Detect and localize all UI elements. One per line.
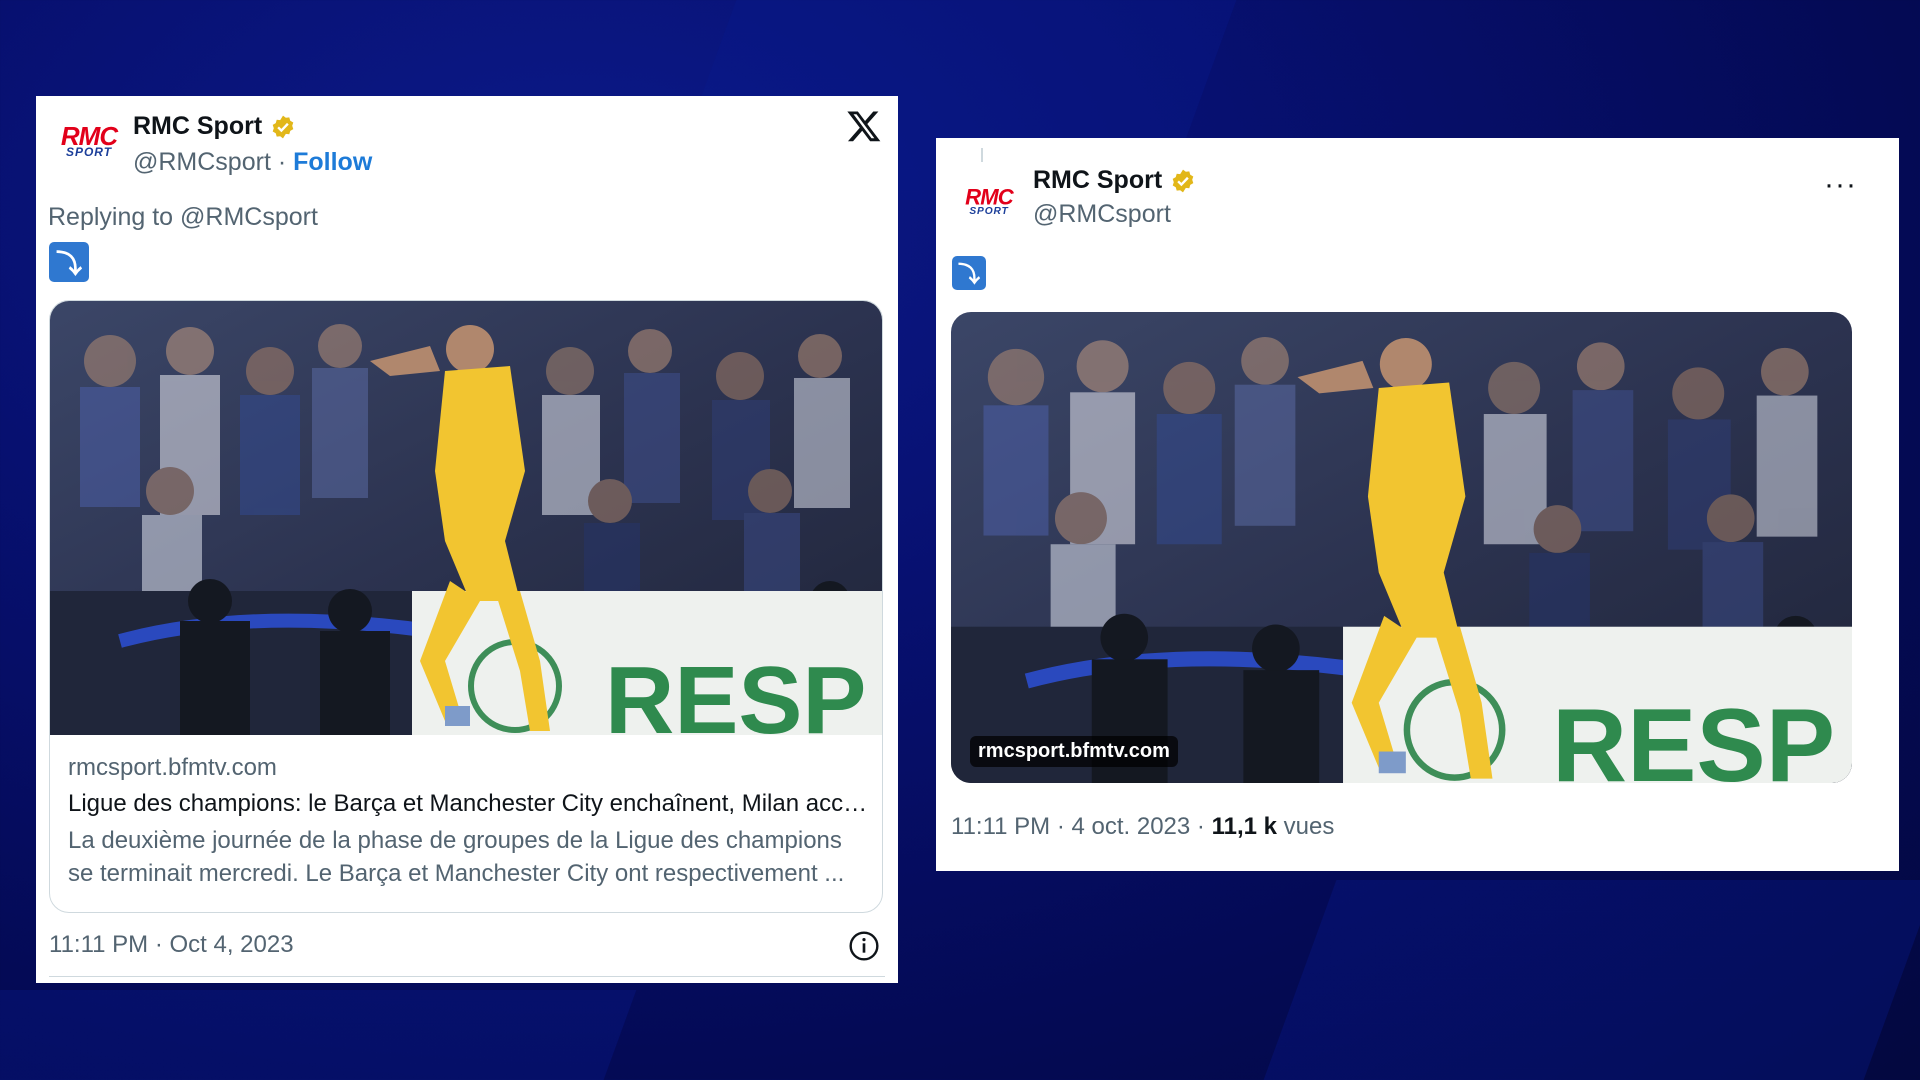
link-description: La deuxième journée de la phase de group… bbox=[68, 824, 868, 890]
tweet-photo[interactable]: RESP rmcsport.bfmtv.com bbox=[951, 312, 1852, 783]
timestamp-text[interactable]: 11:11 PM · 4 oct. 2023 · bbox=[951, 813, 1212, 840]
background-shape bbox=[0, 990, 637, 1080]
link-description-line: La deuxième journée de la phase de group… bbox=[68, 827, 842, 854]
verified-badge-icon bbox=[1172, 169, 1194, 192]
link-domain[interactable]: rmcsport.bfmtv.com bbox=[68, 754, 277, 782]
image-domain-label[interactable]: rmcsport.bfmtv.com bbox=[970, 736, 1178, 767]
football-celebration-image: RESP bbox=[50, 301, 882, 735]
tweet-timestamp: 11:11 PM · 4 oct. 2023 · 11,1 k vues bbox=[951, 813, 1334, 841]
views-count: 11,1 k bbox=[1211, 813, 1277, 840]
author-handle[interactable]: @RMCsport bbox=[1033, 200, 1171, 229]
author-name[interactable]: RMC Sport bbox=[133, 112, 262, 141]
replying-to-text: Replying to @RMCsport bbox=[48, 203, 318, 231]
more-options-button[interactable]: ··· bbox=[1824, 168, 1857, 202]
football-celebration-image: RESP bbox=[951, 312, 1852, 783]
tweet-card: RMC SPORT RMC Sport @RMCsport ··· ⤵ RESP… bbox=[936, 138, 1899, 871]
divider bbox=[49, 976, 885, 977]
tweet-timestamp[interactable]: 11:11 PM · Oct 4, 2023 bbox=[49, 931, 294, 959]
link-preview-card[interactable]: RESP rmcsport.bfmtv.com Ligue des champi… bbox=[49, 300, 883, 913]
separator-dot: · bbox=[277, 148, 287, 176]
follow-button[interactable]: Follow bbox=[293, 148, 372, 176]
info-icon[interactable] bbox=[848, 930, 880, 962]
link-description-line: se terminait mercredi. Le Barça et Manch… bbox=[68, 860, 845, 887]
verified-badge-icon bbox=[272, 115, 294, 138]
avatar[interactable]: RMC SPORT bbox=[49, 116, 129, 166]
author-handle[interactable]: @RMCsport bbox=[133, 148, 271, 176]
background-shape bbox=[1263, 880, 1920, 1080]
logo-sport-text: SPORT bbox=[65, 145, 113, 159]
logo-sport-text: SPORT bbox=[969, 204, 1009, 217]
banner-text: RESP bbox=[1552, 688, 1835, 783]
author-name-row: RMC Sport bbox=[133, 112, 296, 141]
author-handle-row: @RMCsport · Follow bbox=[133, 148, 372, 177]
views-label: vues bbox=[1276, 813, 1335, 840]
link-title[interactable]: Ligue des champions: le Barça et Manches… bbox=[68, 790, 868, 818]
author-name-row: RMC Sport bbox=[1033, 166, 1196, 195]
article-photo[interactable]: RESP bbox=[50, 301, 882, 735]
thread-line bbox=[981, 148, 983, 162]
right-arrow-curving-down-icon: ⤵ bbox=[952, 256, 986, 290]
banner-text: RESP bbox=[605, 647, 866, 735]
right-arrow-curving-down-icon: ⤵ bbox=[49, 242, 89, 282]
author-name[interactable]: RMC Sport bbox=[1033, 166, 1162, 195]
x-logo-icon[interactable] bbox=[846, 108, 882, 144]
embedded-tweet-card: RMC SPORT RMC Sport @RMCsport · Follow R… bbox=[36, 96, 898, 983]
avatar[interactable]: RMC SPORT bbox=[955, 180, 1023, 223]
